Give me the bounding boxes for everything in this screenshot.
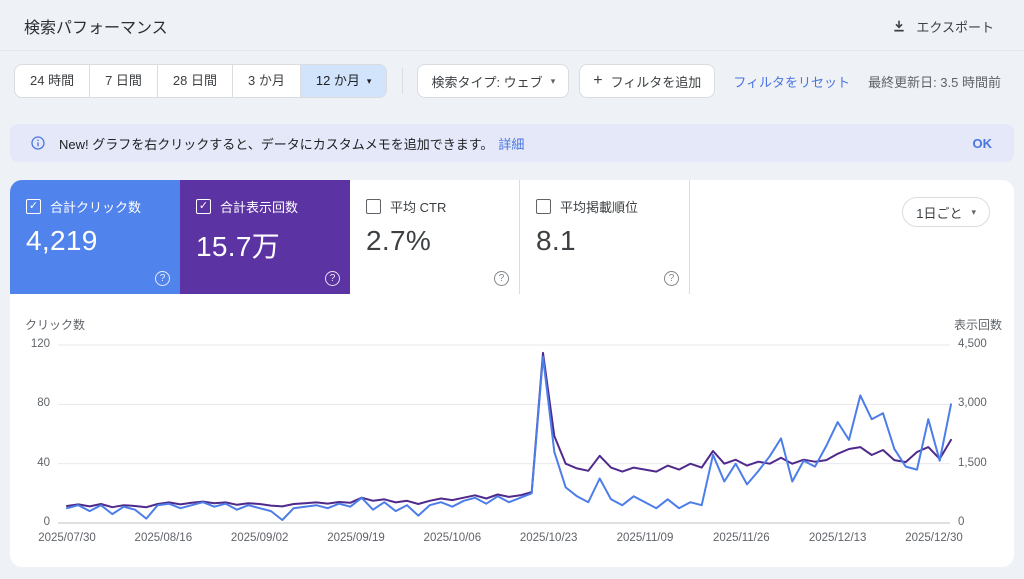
x-axis-date-label: 2025/10/06 [423, 532, 482, 544]
export-button[interactable]: エクスポート [885, 16, 1000, 37]
export-label: エクスポート [916, 19, 994, 35]
new-feature-banner: New! グラフを右クリックすると、データにカスタムメモを追加できます。 詳細 … [10, 124, 1014, 162]
performance-panel: ✓ 合計クリック数 4,219 ? ✓ 合計表示回数 15.7万 ? 平均 CT… [10, 180, 1014, 567]
tab-24h[interactable]: 24 時間 [14, 64, 91, 98]
metric-cards: ✓ 合計クリック数 4,219 ? ✓ 合計表示回数 15.7万 ? 平均 CT… [10, 180, 1014, 294]
ctr-checkbox[interactable] [366, 199, 381, 214]
date-range-tabs: 24 時間 7 日間 28 日間 3 か月 12 か月 ▾ [14, 64, 388, 98]
search-type-dropdown[interactable]: 検索タイプ: ウェブ ▾ [417, 64, 570, 98]
position-checkbox[interactable] [536, 199, 551, 214]
add-filter-button[interactable]: + フィルタを追加 [579, 64, 716, 98]
performance-chart[interactable]: クリック数 表示回数 0 0 40 1,500 80 3,000 120 4,500 2025/… [10, 310, 1014, 567]
reset-filters-link[interactable]: フィルタをリセット [733, 72, 850, 91]
tab-28d[interactable]: 28 日間 [156, 64, 233, 98]
series-line-impressions [66, 351, 952, 509]
tab-3m[interactable]: 3 か月 [232, 64, 301, 98]
tab-7d[interactable]: 7 日間 [89, 64, 158, 98]
metric-value: 2.7% [366, 225, 432, 256]
granularity-dropdown[interactable]: 1日ごと ▾ [902, 197, 990, 227]
metric-label: 平均 CTR [390, 200, 447, 215]
chevron-down-icon: ▾ [971, 206, 976, 217]
chevron-down-icon: ▾ [550, 75, 556, 86]
series-line-clicks [66, 355, 952, 521]
x-axis-date-label: 2025/11/09 [616, 532, 674, 544]
chevron-down-icon: ▾ [366, 75, 372, 86]
impressions-checkbox[interactable]: ✓ [196, 199, 211, 214]
metric-label: 合計クリック数 [50, 200, 142, 215]
x-axis-date-label: 2025/09/02 [230, 532, 289, 544]
page-header: 検索パフォーマンス エクスポート [0, 0, 1024, 51]
x-axis-date-label: 2025/08/16 [134, 532, 193, 544]
download-icon [891, 18, 907, 34]
info-icon [30, 135, 46, 151]
help-icon[interactable]: ? [325, 271, 340, 286]
clicks-checkbox[interactable]: ✓ [26, 199, 41, 214]
help-icon[interactable]: ? [155, 271, 170, 286]
help-icon[interactable]: ? [664, 271, 679, 286]
x-axis-date-label: 2025/10/23 [519, 532, 578, 544]
x-axis-date-label: 2025/09/19 [327, 532, 385, 544]
x-axis-date-label: 2025/12/13 [808, 532, 867, 544]
toolbar-divider [402, 68, 404, 94]
card-total-clicks[interactable]: ✓ 合計クリック数 4,219 ? [10, 180, 180, 294]
last-updated-text: 最終更新日: 3.5 時間前 [868, 74, 1001, 90]
x-axis-date-label: 2025/07/30 [38, 532, 96, 544]
page-title: 検索パフォーマンス [24, 20, 168, 37]
chart-plot[interactable] [10, 310, 1014, 567]
banner-text: New! グラフを右クリックすると、データにカスタムメモを追加できます。 [59, 136, 494, 152]
metric-label: 平均掲載順位 [560, 200, 639, 215]
metric-label: 合計表示回数 [220, 200, 299, 215]
x-axis-date-label: 2025/12/30 [905, 532, 963, 544]
card-average-ctr[interactable]: 平均 CTR 2.7% ? [350, 180, 520, 294]
banner-detail-link[interactable]: 詳細 [498, 134, 524, 153]
help-icon[interactable]: ? [494, 271, 509, 286]
banner-ok-button[interactable]: OK [973, 136, 993, 151]
card-total-impressions[interactable]: ✓ 合計表示回数 15.7万 ? [180, 180, 350, 294]
x-axis-date-label: 2025/11/26 [712, 532, 770, 544]
filter-toolbar: 24 時間 7 日間 28 日間 3 か月 12 か月 ▾ 検索タイプ: ウェブ… [14, 64, 1010, 98]
card-average-position[interactable]: 平均掲載順位 8.1 ? [520, 180, 690, 294]
tab-12m[interactable]: 12 か月 ▾ [299, 64, 388, 98]
metric-value: 8.1 [536, 225, 576, 256]
metric-value: 4,219 [26, 225, 98, 256]
plus-icon: + [593, 72, 603, 89]
metric-value: 15.7万 [196, 231, 280, 262]
